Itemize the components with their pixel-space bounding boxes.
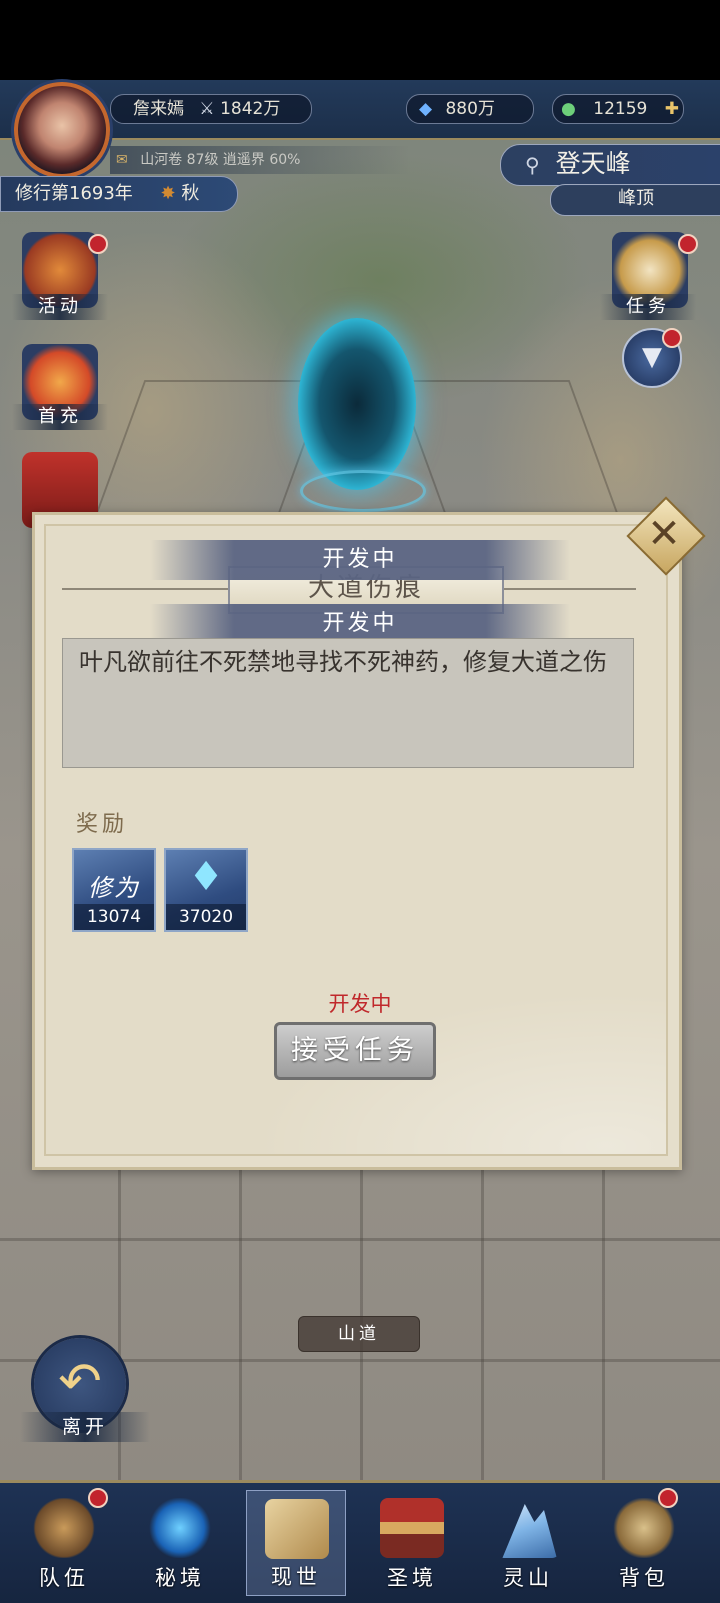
location-marker-icon: ⚲ — [525, 153, 540, 177]
sword-power-icon: ⚔ — [199, 99, 215, 119]
maple-leaf-icon: ✸ — [160, 183, 176, 204]
portal-gate[interactable] — [298, 318, 416, 490]
portal-base — [300, 470, 426, 512]
nav-holy-realm[interactable]: 圣境 — [362, 1490, 462, 1596]
notification-dot — [678, 234, 698, 254]
map-scroll-icon — [265, 1499, 329, 1559]
player-name: 詹来嫣 — [133, 99, 184, 119]
jade-value: 12159 — [593, 99, 648, 119]
nav-present-world[interactable]: 现世 — [246, 1490, 346, 1596]
jade-counter[interactable]: ● 12159 ✚ — [552, 94, 684, 124]
quest-description: 叶凡欲前往不死禁地寻找不死神药，修复大道之伤 — [62, 638, 634, 768]
player-name-power: 詹来嫣 ⚔ 1842万 — [110, 94, 312, 124]
nav-label: 现世 — [271, 1565, 321, 1589]
floor-tile — [95, 380, 329, 514]
spirit-stone-value: 880万 — [445, 99, 495, 119]
notification-dot — [658, 1488, 678, 1508]
nav-spirit-mountain[interactable]: 灵山 — [478, 1490, 578, 1596]
nav-label: 灵山 — [503, 1566, 553, 1590]
nav-bag[interactable]: 背包 — [594, 1488, 694, 1596]
notification-dot — [88, 1488, 108, 1508]
back-label[interactable]: 离开 — [20, 1412, 150, 1442]
accept-quest-button[interactable]: 接受任务 — [274, 1022, 436, 1080]
cultivation-year-bar: 修行第1693年 ✸ 秋 — [0, 176, 238, 212]
power-value: 1842万 — [220, 99, 281, 119]
path-sign[interactable]: 山道 — [298, 1316, 420, 1352]
location-sub: 峰顶 — [550, 184, 720, 216]
mountain-icon — [502, 1504, 557, 1558]
reward-amount: 37020 — [166, 904, 246, 930]
blue-crystal-icon: ♦ — [188, 854, 224, 900]
reward-label: 奖励 — [76, 812, 129, 837]
location-title-banner: ⚲ 登天峰 — [500, 144, 720, 186]
temple-icon — [380, 1498, 444, 1558]
reward-amount: 13074 — [74, 904, 154, 930]
notification-dot — [662, 328, 682, 348]
reward-cultivation[interactable]: 修为 13074 — [72, 848, 156, 932]
spirit-stone-icon: ◆ — [419, 99, 433, 119]
team-hat-icon — [32, 1498, 96, 1558]
side-item-activity[interactable]: 活动 — [12, 294, 108, 320]
scroll-progress[interactable]: ✉ 山河卷 87级 逍遥界 60% — [110, 146, 410, 174]
season: 秋 — [181, 183, 200, 204]
jade-icon: ● — [561, 99, 576, 119]
nav-label: 圣境 — [387, 1566, 437, 1590]
dev-banner-top: 开发中 — [150, 540, 570, 580]
side-item-quest[interactable]: 任务 — [600, 294, 696, 320]
reward-name: 修为 — [88, 874, 140, 902]
scroll-progress-text: 山河卷 87级 逍遥界 60% — [140, 152, 301, 168]
cultivation-year: 修行第1693年 — [15, 183, 133, 204]
nav-label: 队伍 — [39, 1566, 89, 1590]
vortex-icon — [148, 1498, 212, 1558]
floor-tile — [395, 380, 619, 514]
add-jade-icon[interactable]: ✚ — [665, 95, 679, 123]
close-icon[interactable]: ✕ — [638, 508, 690, 560]
location-title: 登天峰 — [555, 149, 631, 178]
nav-team[interactable]: 队伍 — [14, 1488, 114, 1596]
scroll-icon: ✉ — [116, 152, 128, 168]
nav-label: 背包 — [619, 1566, 669, 1590]
notification-dot — [88, 234, 108, 254]
player-avatar[interactable] — [14, 82, 110, 178]
quest-status: 开发中 — [328, 992, 392, 1016]
nav-label: 秘境 — [155, 1566, 205, 1590]
side-item-first-recharge[interactable]: 首充 — [12, 404, 108, 430]
reward-crystal[interactable]: ♦ 37020 — [164, 848, 248, 932]
nav-secret-realm[interactable]: 秘境 — [130, 1490, 230, 1596]
spirit-stone-counter[interactable]: ◆ 880万 — [406, 94, 534, 124]
